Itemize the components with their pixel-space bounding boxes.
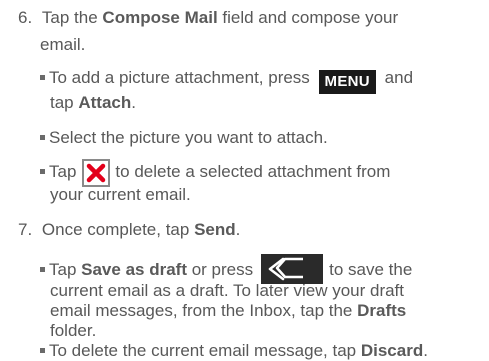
send-label: Send <box>194 220 236 239</box>
menu-key-icon: MENU <box>318 70 376 94</box>
bullet-icon <box>40 169 45 174</box>
compose-mail-label: Compose Mail <box>102 8 218 27</box>
drafts-label: Drafts <box>357 301 407 320</box>
step-number: 6. <box>18 8 33 27</box>
back-icon <box>261 254 324 284</box>
close-icon <box>82 159 111 187</box>
step-7-bullet-1-line-3: email messages, from the Inbox, tap the … <box>50 301 407 320</box>
step-number: 7. <box>18 220 33 239</box>
attach-label: Attach <box>78 93 132 112</box>
document-page: 6. Tap the Compose Mail field and compos… <box>0 0 489 360</box>
step-7-bullet-1-line-2: current email as a draft. To later view … <box>50 281 405 300</box>
step-6-line-2: email. <box>40 35 86 54</box>
step-7-bullet-1: Tap Save as draft or press to save the <box>40 254 412 284</box>
step-6-bullet-3: Tap to delete a selected attachment from <box>40 159 390 187</box>
step-7-line-1: 7. Once complete, tap Send. <box>18 220 241 239</box>
step-7-bullet-1-line-4: folder. <box>50 321 97 340</box>
step-6-line-1: 6. Tap the Compose Mail field and compos… <box>18 8 399 27</box>
bullet-icon <box>40 135 45 140</box>
step-6-bullet-1-line-2: tap Attach. <box>50 93 136 112</box>
step-6-bullet-1: To add a picture attachment, press MENU … <box>40 68 413 94</box>
step-6-bullet-2: Select the picture you want to attach. <box>40 128 328 148</box>
save-as-draft-label: Save as draft <box>81 260 187 279</box>
bullet-icon <box>40 348 45 353</box>
discard-label: Discard <box>360 341 424 360</box>
step-7-bullet-2: To delete the current email message, tap… <box>40 341 428 361</box>
bullet-icon <box>40 75 45 80</box>
step-6-bullet-3-line-2: your current email. <box>50 185 191 204</box>
bullet-icon <box>40 267 45 272</box>
